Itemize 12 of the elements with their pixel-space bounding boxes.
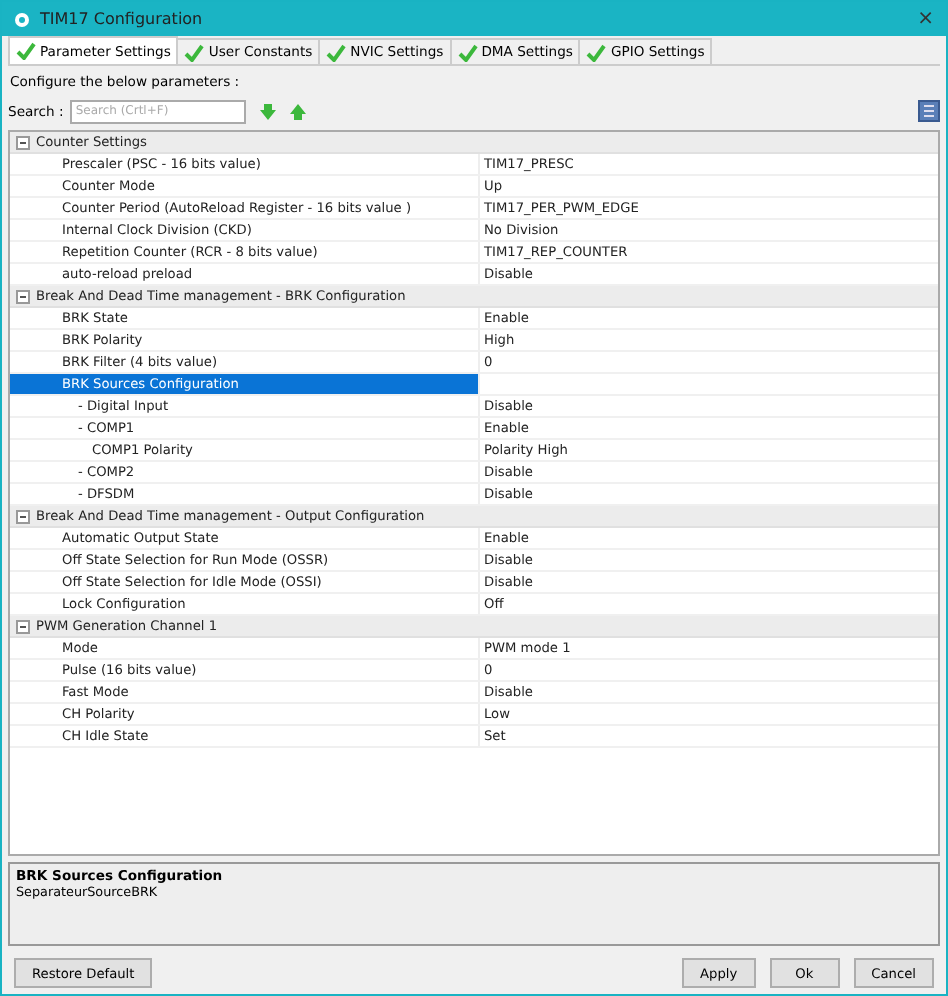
collapse-icon[interactable]: [16, 619, 30, 633]
table-view-icon[interactable]: [918, 100, 940, 122]
window-title: TIM17 Configuration: [40, 10, 205, 28]
collapse-icon[interactable]: [16, 509, 30, 523]
check-icon: [16, 42, 36, 60]
check-icon: [184, 43, 205, 61]
check-icon: [326, 43, 347, 61]
check-icon: [457, 43, 478, 61]
collapse-icon[interactable]: [16, 289, 30, 303]
collapse-icon[interactable]: [16, 135, 30, 149]
close-button[interactable]: ×: [917, 8, 934, 30]
check-icon: [586, 43, 607, 61]
